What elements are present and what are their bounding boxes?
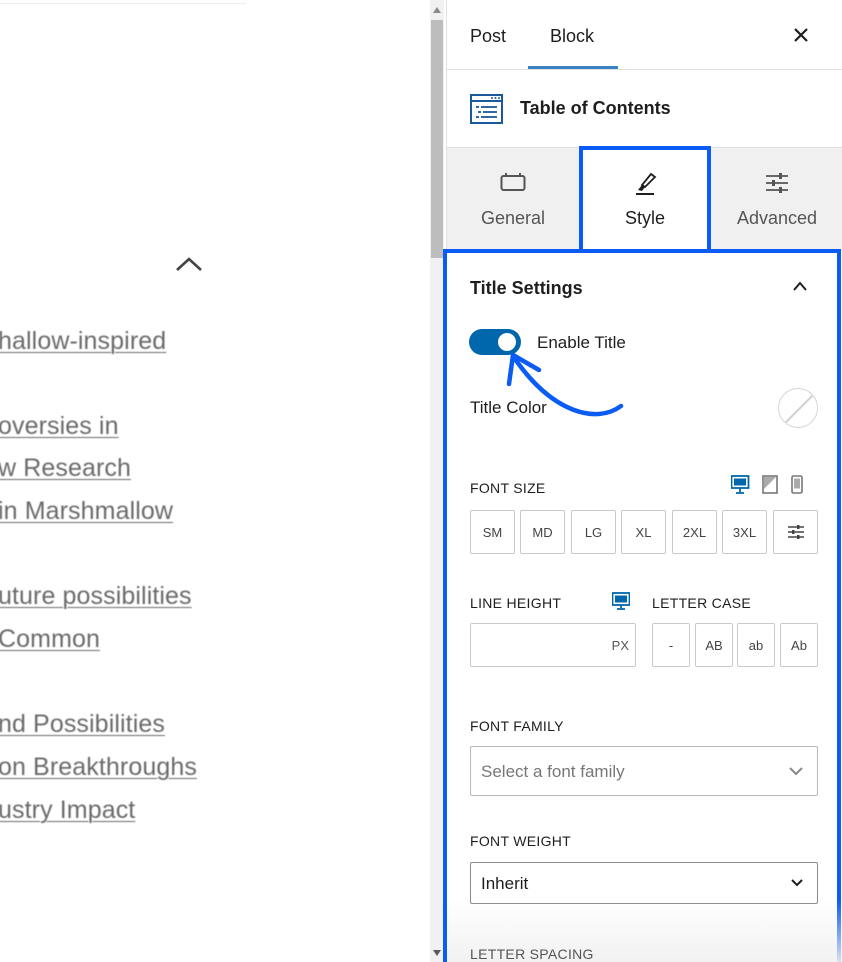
font-size-xl-button[interactable]: XL [621, 510, 666, 554]
block-title: Table of Contents [520, 98, 671, 118]
scroll-up-icon[interactable] [433, 7, 441, 13]
font-weight-label: FONT WEIGHT [470, 833, 572, 849]
font-weight-value: Inherit [481, 874, 529, 893]
active-tab-indicator [528, 66, 618, 69]
letter-case-capitalize-button[interactable]: Ab [780, 623, 818, 667]
font-size-2xl-button[interactable]: 2XL [672, 510, 717, 554]
general-tab-icon [500, 173, 526, 191]
editor-scrollbar[interactable] [430, 0, 444, 962]
toc-link[interactable]: nd Possibilities [0, 710, 165, 739]
no-color-icon [781, 391, 817, 427]
close-icon[interactable] [790, 24, 812, 46]
scrollbar-thumb[interactable] [431, 20, 443, 258]
letter-case-upper-button[interactable]: AB [695, 623, 733, 667]
chevron-down-icon [789, 767, 803, 776]
font-size-label: FONT SIZE [470, 480, 546, 496]
toc-link[interactable]: oversies in [0, 412, 119, 441]
panel-title[interactable]: Title Settings [470, 278, 583, 299]
font-family-select[interactable]: Select a font family [470, 746, 818, 796]
line-height-input[interactable]: PX [470, 623, 636, 667]
toc-link[interactable]: uture possibilities [0, 582, 192, 611]
letter-case-none-button[interactable]: - [652, 623, 690, 667]
tab-block[interactable]: Block [550, 26, 594, 47]
letter-case-lower-button[interactable]: ab [737, 623, 775, 667]
title-color-label: Title Color [470, 398, 547, 417]
chevron-down-icon [791, 879, 803, 887]
settings-sidebar: Post Block Table of Contents General Sty… [443, 0, 842, 962]
toc-link[interactable]: hallow-inspired [0, 327, 166, 356]
font-family-placeholder: Select a font family [481, 762, 625, 781]
tab-general[interactable]: General [447, 148, 579, 250]
toc-collapse-chevron-icon[interactable] [174, 252, 204, 276]
letter-case-label: LETTER CASE [652, 595, 751, 611]
scroll-down-icon[interactable] [433, 950, 441, 956]
font-size-sm-button[interactable]: SM [470, 510, 515, 554]
sliders-icon [787, 525, 804, 539]
tab-advanced[interactable]: Advanced [711, 148, 842, 250]
font-size-3xl-button[interactable]: 3XL [722, 510, 767, 554]
tab-post[interactable]: Post [470, 26, 506, 47]
mobile-icon[interactable] [791, 475, 803, 494]
table-of-contents-icon [470, 94, 503, 124]
sidebar-tabs: Post Block [447, 0, 842, 70]
tab-general-label: General [480, 208, 546, 228]
line-height-unit[interactable]: PX [612, 638, 629, 653]
toc-link[interactable]: w Research [0, 454, 131, 483]
font-size-lg-button[interactable]: LG [571, 510, 616, 554]
font-size-md-button[interactable]: MD [520, 510, 565, 554]
chevron-up-icon[interactable] [791, 279, 809, 293]
line-height-label: LINE HEIGHT [470, 595, 562, 611]
toc-link[interactable]: ustry Impact [0, 796, 135, 825]
letter-spacing-label: LETTER SPACING [470, 946, 594, 962]
style-tab-highlight [579, 146, 711, 252]
font-weight-select[interactable]: Inherit [470, 862, 818, 904]
tablet-icon[interactable] [762, 475, 778, 494]
device-switcher[interactable] [731, 475, 803, 495]
sliders-icon [766, 173, 788, 193]
desktop-icon[interactable] [612, 592, 630, 610]
font-size-custom-button[interactable] [773, 510, 818, 554]
tab-advanced-label: Advanced [736, 208, 818, 228]
toc-link[interactable]: Common [0, 625, 100, 654]
font-family-label: FONT FAMILY [470, 718, 564, 734]
toc-link[interactable]: in Marshmallow [0, 497, 173, 526]
editor-canvas: hallow-inspired oversies in w Research i… [0, 0, 430, 962]
editor-divider [0, 3, 246, 4]
toc-link[interactable]: on Breakthroughs [0, 753, 197, 782]
title-color-picker[interactable] [778, 388, 818, 428]
desktop-icon[interactable] [731, 475, 750, 494]
